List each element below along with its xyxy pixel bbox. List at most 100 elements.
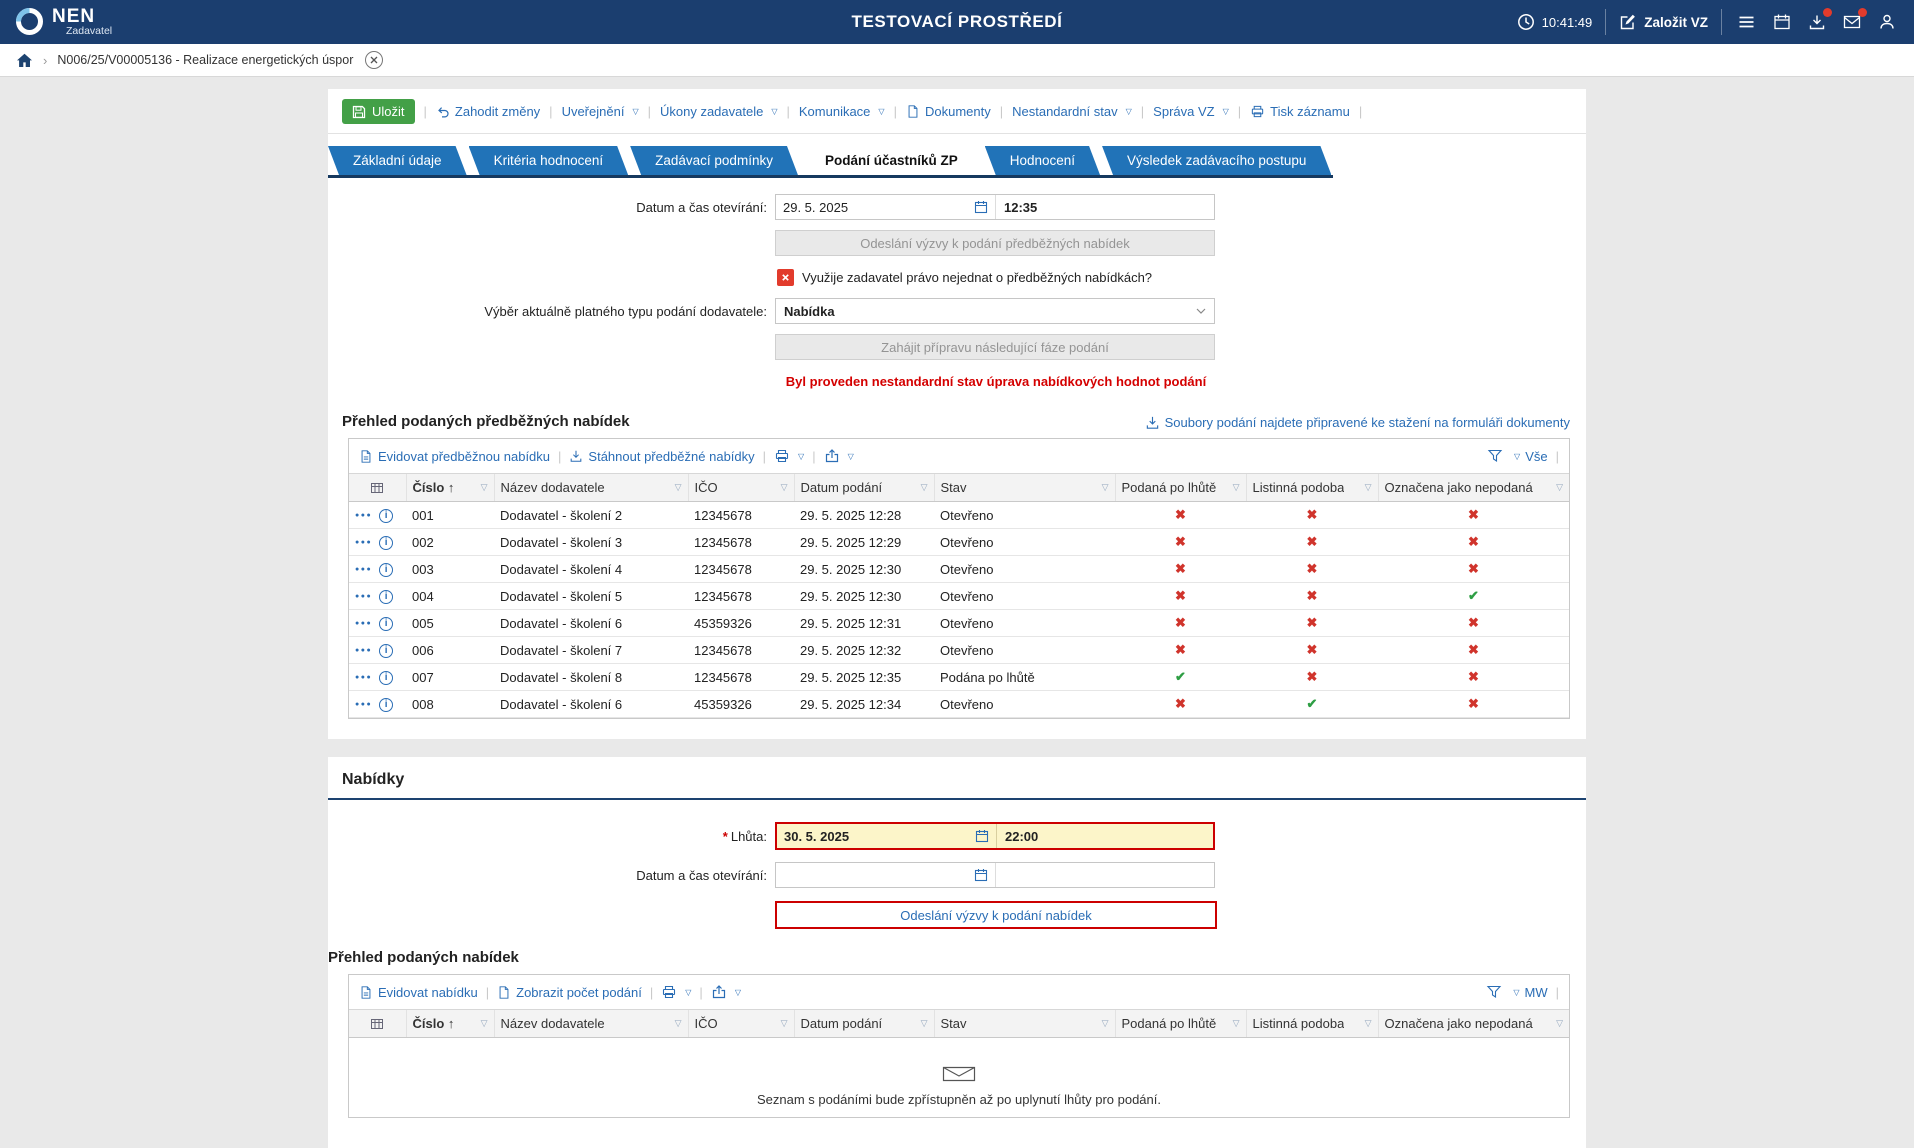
column-header[interactable]: Podaná po lhůtě ▽	[1114, 473, 1246, 502]
row-menu-icon[interactable]: ●●●	[355, 647, 372, 654]
column-filter-icon[interactable]: ▽	[481, 1018, 488, 1029]
toolbar-item-documents[interactable]: Dokumenty	[906, 104, 991, 119]
downloads-icon[interactable]	[1806, 8, 1832, 33]
export-table-button[interactable]: ▽	[824, 448, 854, 464]
column-header[interactable]: IČO ▽	[687, 1009, 794, 1038]
column-header[interactable]: Listinná podoba ▽	[1245, 473, 1378, 502]
register-preliminary-offer-button[interactable]: Evidovat předběžnou nabídku	[359, 449, 550, 464]
table-row[interactable]: ●●● i 002 Dodavatel - školení 3 12345678 29. …	[349, 528, 1569, 556]
show-submission-count-button[interactable]: Zobrazit počet podání	[497, 985, 642, 1000]
menu-icon[interactable]	[1735, 11, 1758, 33]
user-icon[interactable]	[1876, 11, 1898, 33]
register-offer-button[interactable]: Evidovat nabídku	[359, 985, 478, 1000]
column-chooser-icon[interactable]	[349, 1009, 406, 1038]
column-filter-icon[interactable]: ▽	[781, 1018, 788, 1029]
column-filter-icon[interactable]: ▽	[781, 482, 788, 493]
messages-icon[interactable]	[1841, 8, 1867, 33]
close-record-icon[interactable]	[365, 51, 384, 69]
row-menu-icon[interactable]: ●●●	[355, 701, 372, 708]
row-info-icon[interactable]: i	[379, 697, 394, 712]
column-chooser-icon[interactable]	[349, 473, 406, 502]
tab-zadavaci-podminky[interactable]: Zadávací podmínky	[630, 146, 798, 175]
download-preliminary-offers-button[interactable]: Stáhnout předběžné nabídky	[569, 449, 755, 464]
export-table-button[interactable]: ▽	[711, 984, 741, 1000]
row-info-icon[interactable]: i	[379, 616, 394, 631]
row-info-icon[interactable]: i	[379, 589, 394, 604]
offers-opening-field[interactable]	[775, 862, 1215, 888]
column-filter-icon[interactable]: ▽	[1365, 482, 1372, 493]
column-filter-icon[interactable]: ▽	[1233, 1018, 1240, 1029]
offers-opening-time-value[interactable]	[996, 863, 1214, 887]
column-filter-icon[interactable]: ▽	[1102, 482, 1109, 493]
print-table-button[interactable]: ▽	[774, 448, 804, 464]
row-info-icon[interactable]: i	[379, 643, 394, 658]
table-row[interactable]: ●●● i 005 Dodavatel - školení 6 45359326 29. …	[349, 609, 1569, 637]
view-selector[interactable]: ▽ MW	[1510, 985, 1547, 1000]
toolbar-item-nonstandard-state[interactable]: Nestandardní stav ▽	[1012, 104, 1132, 119]
table-row[interactable]: ●●● i 004 Dodavatel - školení 5 12345678 29. …	[349, 582, 1569, 610]
deadline-time-value[interactable]: 22:00	[997, 824, 1213, 848]
table-row[interactable]: ●●● i 007 Dodavatel - školení 8 12345678 29. …	[349, 663, 1569, 691]
calendar-header-icon[interactable]	[1771, 11, 1793, 33]
save-button[interactable]: Uložit	[342, 99, 415, 124]
nen-logo[interactable]: NEN Zadavatel	[0, 6, 112, 38]
row-info-icon[interactable]: i	[379, 562, 394, 577]
column-filter-icon[interactable]: ▽	[921, 1018, 928, 1029]
toolbar-item-publication[interactable]: Uveřejnění ▽	[562, 104, 639, 119]
column-header[interactable]: Podaná po lhůtě ▽	[1114, 1009, 1246, 1038]
column-header[interactable]: Číslo ↑ ▽	[405, 1009, 494, 1038]
table-row[interactable]: ●●● i 006 Dodavatel - školení 7 12345678 29. …	[349, 636, 1569, 664]
column-filter-icon[interactable]: ▽	[481, 482, 488, 493]
column-header[interactable]: Označena jako nepodaná ▽	[1377, 473, 1569, 502]
column-header[interactable]: IČO ▽	[687, 473, 794, 502]
row-menu-icon[interactable]: ●●●	[355, 620, 372, 627]
column-header[interactable]: Stav ▽	[933, 473, 1115, 502]
row-menu-icon[interactable]: ●●●	[355, 539, 372, 546]
row-menu-icon[interactable]: ●●●	[355, 674, 372, 681]
view-selector[interactable]: ▽ Vše	[1511, 449, 1548, 464]
row-info-icon[interactable]: i	[379, 535, 394, 550]
toolbar-item-discard-changes[interactable]: Zahodit změny	[436, 104, 540, 119]
toolbar-item-print-record[interactable]: Tisk záznamu	[1250, 104, 1350, 119]
tab-kriteria-hodnoceni[interactable]: Kritéria hodnocení	[469, 146, 629, 175]
table-row[interactable]: ●●● i 003 Dodavatel - školení 4 12345678 29. …	[349, 555, 1569, 583]
column-filter-icon[interactable]: ▽	[921, 482, 928, 493]
column-header[interactable]: Název dodavatele ▽	[493, 1009, 688, 1038]
calendar-picker-icon[interactable]	[975, 829, 989, 843]
row-info-icon[interactable]: i	[379, 670, 394, 685]
column-filter-icon[interactable]: ▽	[1365, 1018, 1372, 1029]
column-filter-icon[interactable]: ▽	[675, 482, 682, 493]
tab-zakladni-udaje[interactable]: Základní údaje	[328, 146, 467, 175]
column-header[interactable]: Datum podání ▽	[793, 1009, 934, 1038]
column-filter-icon[interactable]: ▽	[1233, 482, 1240, 493]
toolbar-item-vz-administration[interactable]: Správa VZ ▽	[1153, 104, 1229, 119]
row-menu-icon[interactable]: ●●●	[355, 512, 372, 519]
calendar-picker-icon[interactable]	[974, 200, 988, 214]
filter-icon[interactable]	[1486, 984, 1502, 1000]
table-row[interactable]: ●●● i 001 Dodavatel - školení 2 12345678 29. …	[349, 501, 1569, 529]
print-table-button[interactable]: ▽	[661, 984, 691, 1000]
submission-type-select[interactable]: Nabídka	[775, 298, 1215, 324]
column-header[interactable]: Stav ▽	[933, 1009, 1115, 1038]
breadcrumb-item[interactable]: N006/25/V00005136 - Realizace energetick…	[57, 53, 353, 67]
send-offers-invite-button[interactable]: Odeslání výzvy k podání nabídek	[775, 901, 1217, 929]
opening-datetime-field[interactable]: 29. 5. 2025 12:35	[775, 194, 1215, 220]
send-preliminary-invite-button[interactable]: Odeslání výzvy k podání předběžných nabí…	[775, 230, 1215, 256]
tab-vysledek-postupu[interactable]: Výsledek zadávacího postupu	[1102, 146, 1331, 175]
create-vz-button[interactable]: Založit VZ	[1619, 13, 1708, 31]
calendar-picker-icon[interactable]	[974, 868, 988, 882]
column-header[interactable]: Listinná podoba ▽	[1245, 1009, 1378, 1038]
toolbar-item-contracting-actions[interactable]: Úkony zadavatele ▽	[660, 104, 778, 119]
opening-time-value[interactable]: 12:35	[996, 195, 1214, 219]
column-header[interactable]: Datum podání ▽	[793, 473, 934, 502]
row-menu-icon[interactable]: ●●●	[355, 593, 372, 600]
column-header[interactable]: Název dodavatele ▽	[493, 473, 688, 502]
column-header[interactable]: Označena jako nepodaná ▽	[1377, 1009, 1569, 1038]
home-icon[interactable]	[16, 53, 33, 68]
submission-files-link[interactable]: Soubory podání najdete připravené ke sta…	[1145, 415, 1570, 430]
row-menu-icon[interactable]: ●●●	[355, 566, 372, 573]
column-filter-icon[interactable]: ▽	[675, 1018, 682, 1029]
offers-deadline-field[interactable]: 30. 5. 2025 22:00	[775, 822, 1215, 850]
tab-podani-ucastniku[interactable]: Podání účastníků ZP	[800, 146, 983, 175]
column-header[interactable]: Číslo ↑ ▽	[405, 473, 494, 502]
